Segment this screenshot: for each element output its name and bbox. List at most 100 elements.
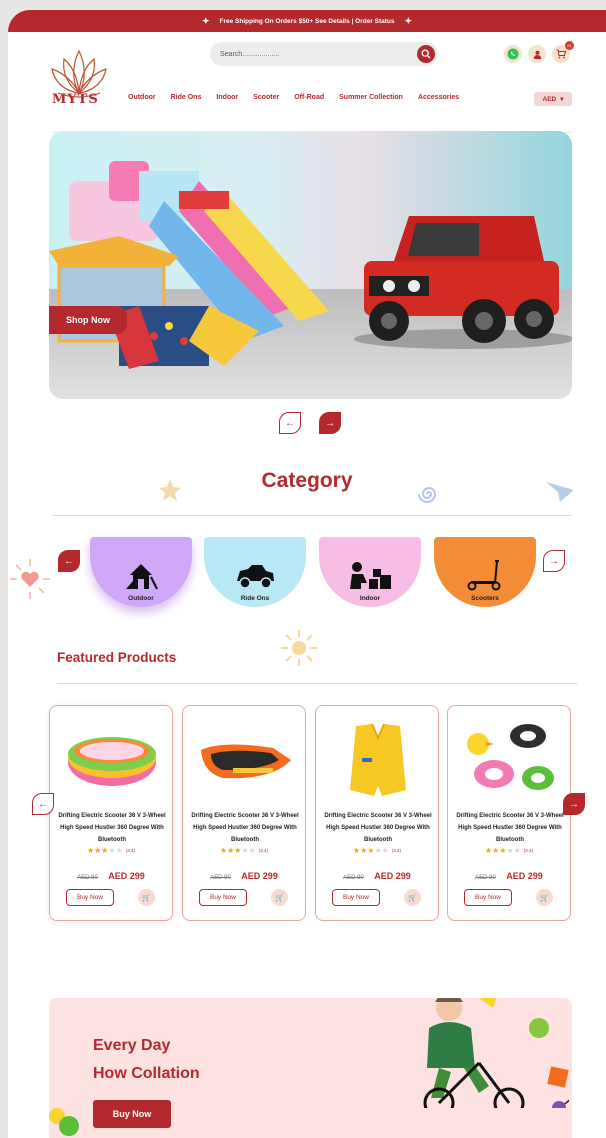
product-card[interactable]: Drifting Electric Scooter 36 V 3-Wheel H… xyxy=(447,705,571,921)
nav-item-outdoor[interactable]: Outdoor xyxy=(128,94,156,101)
divider xyxy=(52,515,572,516)
add-to-cart-button[interactable]: 🛒 xyxy=(536,889,553,906)
main-nav: Outdoor Ride Ons Indoor Scooter Off-Road… xyxy=(128,94,459,101)
price: AED 299 xyxy=(374,871,411,881)
category-next-button[interactable]: → xyxy=(543,550,565,572)
arrow-left-icon: ← xyxy=(285,417,295,429)
category-label: Outdoor xyxy=(128,595,154,602)
price: AED 299 xyxy=(506,871,543,881)
product-name[interactable]: Drifting Electric Scooter 36 V 3-Wheel H… xyxy=(452,810,568,846)
rating-value: (3.4) xyxy=(523,848,534,854)
price: AED 299 xyxy=(241,871,278,881)
cart-button[interactable]: 01 xyxy=(552,41,574,63)
corner-dots-decoration xyxy=(49,1108,79,1136)
arrow-right-icon: → xyxy=(569,798,579,810)
category-title: Category xyxy=(261,469,353,492)
scooter-icon xyxy=(467,560,501,591)
nav-item-ride-ons[interactable]: Ride Ons xyxy=(171,94,202,101)
nav-item-indoor[interactable]: Indoor xyxy=(216,94,238,101)
promo-line-1: Every Day xyxy=(93,1037,171,1054)
sparkle-icon: ✦ xyxy=(201,15,210,26)
page: ✦ Free Shipping On Orders $50+ See Detai… xyxy=(8,10,606,1138)
sun-decoration-icon xyxy=(281,630,317,666)
add-to-cart-button[interactable]: 🛒 xyxy=(138,889,155,906)
logo-text: MYTS xyxy=(52,92,99,107)
search-input[interactable]: Search................... xyxy=(210,42,438,66)
announcement-bar: ✦ Free Shipping On Orders $50+ See Detai… xyxy=(8,10,606,32)
nav-item-off-road[interactable]: Off-Road xyxy=(294,94,324,101)
product-name[interactable]: Drifting Electric Scooter 36 V 3-Wheel H… xyxy=(320,810,436,846)
kid-on-balance-bike-image xyxy=(423,998,569,1108)
add-to-cart-button[interactable]: 🛒 xyxy=(404,889,421,906)
category-label: Scooters xyxy=(471,595,499,602)
pool-floats-image xyxy=(467,724,554,790)
inflatable-boat-image xyxy=(201,744,291,779)
promo-buy-now-button[interactable]: Buy Now xyxy=(93,1100,171,1128)
cart-icon xyxy=(556,49,566,59)
search-icon xyxy=(421,49,431,59)
account-button[interactable] xyxy=(528,45,546,63)
header: MYTS Search................... 01 Outdoo… xyxy=(8,32,606,133)
product-name[interactable]: Drifting Electric Scooter 36 V 3-Wheel H… xyxy=(54,810,170,846)
price: AED 299 xyxy=(108,871,145,881)
promo-banner: Every Day How Collation Buy Now xyxy=(49,998,572,1138)
rating-stars: ★★★★★ (3.4) xyxy=(352,846,402,855)
category-card-scooters[interactable]: Scooters xyxy=(434,537,536,607)
category-label: Indoor xyxy=(359,595,381,602)
child-playing-blocks-icon xyxy=(350,562,391,589)
products-prev-button[interactable]: ← xyxy=(32,793,54,815)
divider xyxy=(57,683,578,684)
buy-now-button[interactable]: Buy Now xyxy=(332,889,380,906)
hero-prev-button[interactable]: ← xyxy=(279,412,301,434)
cart-icon: 🛒 xyxy=(408,894,417,902)
price-row: AED 90 AED 299 xyxy=(183,866,305,884)
whatsapp-button[interactable] xyxy=(504,45,522,63)
arrow-left-icon: ← xyxy=(64,555,74,567)
arrow-left-icon: ← xyxy=(38,798,48,810)
nav-item-scooter[interactable]: Scooter xyxy=(253,94,279,101)
category-card-indoor[interactable]: Indoor xyxy=(319,537,421,607)
rating-value: (3.4) xyxy=(258,848,269,854)
product-card[interactable]: Drifting Electric Scooter 36 V 3-Wheel H… xyxy=(182,705,306,921)
product-name[interactable]: Drifting Electric Scooter 36 V 3-Wheel H… xyxy=(187,810,303,846)
category-prev-button[interactable]: ← xyxy=(58,550,80,572)
promo-line-2: How Collation xyxy=(93,1065,200,1082)
buy-now-button[interactable]: Buy Now xyxy=(66,889,114,906)
product-card[interactable]: Drifting Electric Scooter 36 V 3-Wheel H… xyxy=(315,705,439,921)
old-price: AED 90 xyxy=(475,875,496,881)
swim-vest-image xyxy=(350,723,406,796)
old-price: AED 90 xyxy=(210,875,231,881)
rating-value: (3.4) xyxy=(391,848,402,854)
announcement-text[interactable]: Free Shipping On Orders $50+ See Details… xyxy=(219,18,394,25)
toy-car-icon xyxy=(237,565,274,589)
bouncy-castle-image xyxy=(49,161,329,369)
promo-title: Every Day How Collation xyxy=(93,1032,200,1088)
nav-item-summer-collection[interactable]: Summer Collection xyxy=(339,94,403,101)
user-icon xyxy=(533,50,541,59)
nav-item-accessories[interactable]: Accessories xyxy=(418,94,459,101)
search-button[interactable] xyxy=(417,45,435,63)
rating-value: (3.4) xyxy=(125,848,136,854)
buy-now-button[interactable]: Buy Now xyxy=(464,889,512,906)
product-card[interactable]: Drifting Electric Scooter 36 V 3-Wheel H… xyxy=(49,705,173,921)
whatsapp-icon xyxy=(507,48,519,60)
shop-now-button[interactable]: Shop Now xyxy=(49,306,127,334)
buy-now-button[interactable]: Buy Now xyxy=(199,889,247,906)
playhouse-icon xyxy=(126,564,158,590)
category-card-ride-ons[interactable]: Ride Ons xyxy=(204,537,306,607)
category-label: Ride Ons xyxy=(240,595,270,602)
arrow-right-icon: → xyxy=(325,417,335,429)
hero-banner: Shop Now xyxy=(49,131,572,399)
category-card-outdoor[interactable]: Outdoor xyxy=(90,537,192,607)
cart-icon: 🛒 xyxy=(540,894,549,902)
rating-stars: ★★★★★ (3.4) xyxy=(484,846,534,855)
price-row: AED 90 AED 299 xyxy=(448,866,570,884)
cart-icon: 🛒 xyxy=(275,894,284,902)
old-price: AED 90 xyxy=(77,875,98,881)
products-next-button[interactable]: → xyxy=(563,793,585,815)
old-price: AED 90 xyxy=(343,875,364,881)
add-to-cart-button[interactable]: 🛒 xyxy=(271,889,288,906)
currency-select[interactable]: AED ▾ xyxy=(534,92,572,106)
cart-icon: 🛒 xyxy=(142,894,151,902)
hero-next-button[interactable]: → xyxy=(319,412,341,434)
